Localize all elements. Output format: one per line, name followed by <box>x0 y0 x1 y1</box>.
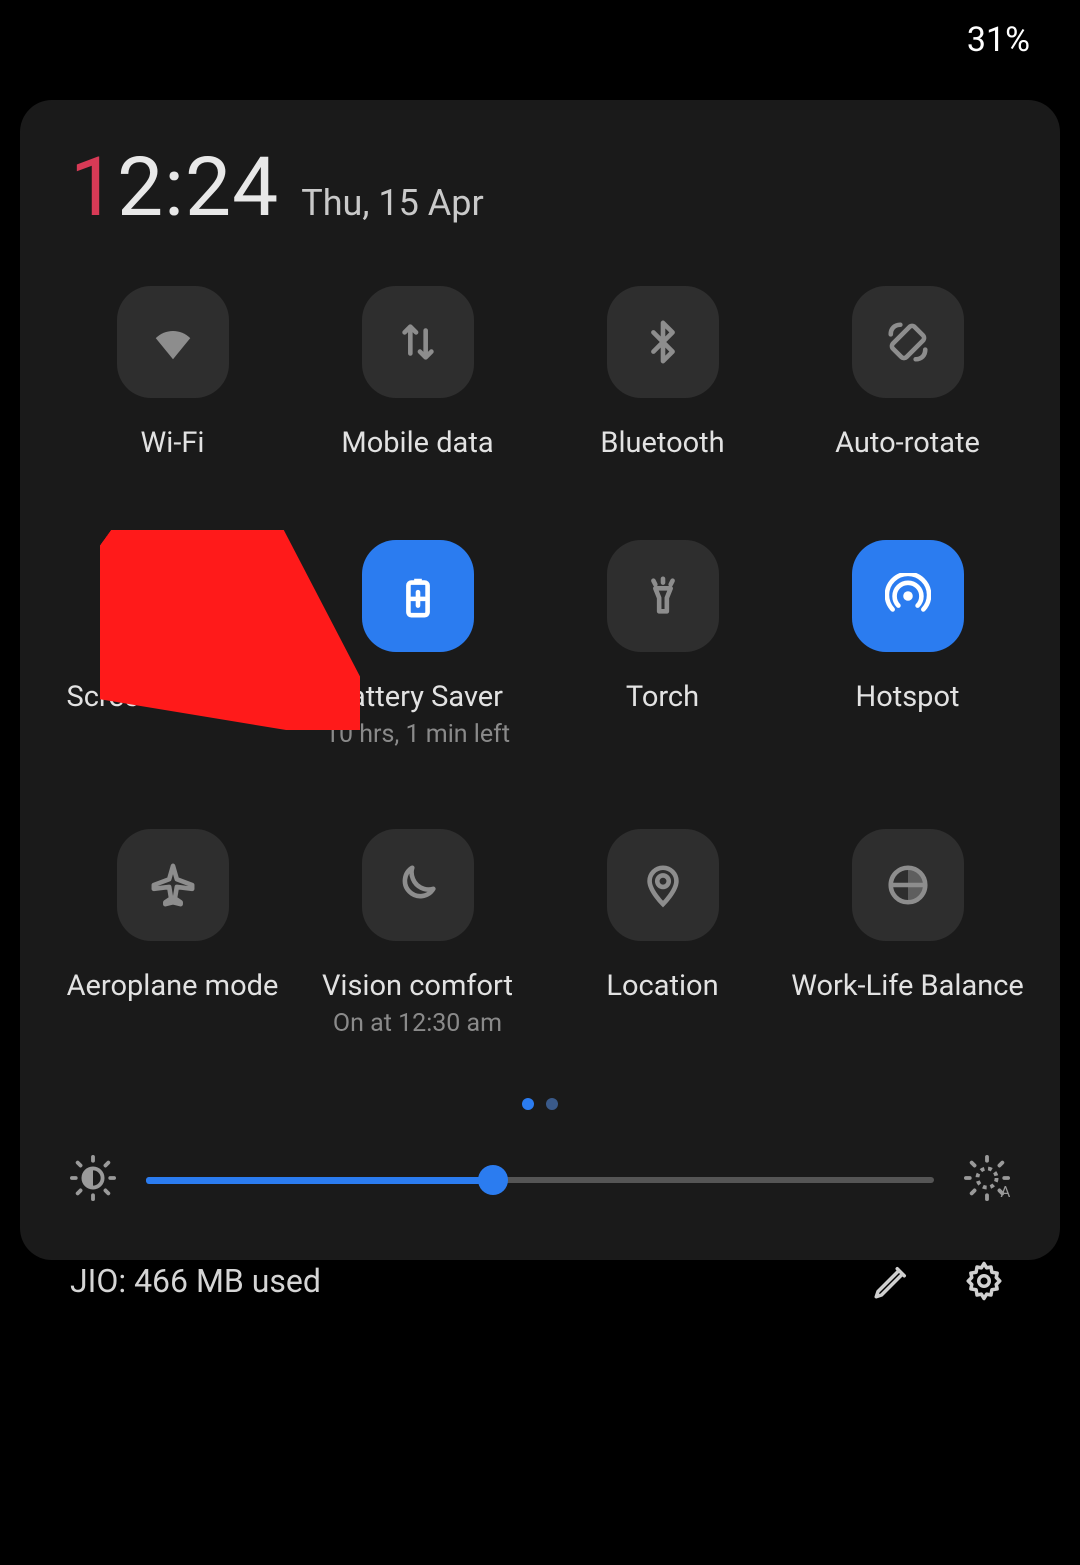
brightness-slider[interactable] <box>146 1165 934 1195</box>
tile-torch: Torch <box>558 540 768 749</box>
screen-recorder-toggle[interactable] <box>117 540 229 652</box>
status-bar: 31% <box>0 0 1080 80</box>
tile-screen-recorder: Screen Recorder <box>68 540 278 749</box>
tile-label: Torch <box>626 680 699 714</box>
tile-label: Auto-rotate <box>835 426 980 460</box>
hotspot-icon <box>885 573 931 619</box>
tile-location: Location <box>558 829 768 1038</box>
tile-label: Work-Life Balance <box>791 969 1024 1003</box>
tile-label: Mobile data <box>341 426 493 460</box>
tile-work-life: Work-Life Balance <box>803 829 1013 1038</box>
tile-label: Bluetooth <box>600 426 724 460</box>
airplane-icon <box>150 862 196 908</box>
tile-vision-comfort: Vision comfort On at 12:30 am <box>313 829 523 1038</box>
clock-hour-accent: 1 <box>70 140 117 236</box>
tile-aeroplane: Aeroplane mode <box>68 829 278 1038</box>
footer-row: JIO: 466 MB used <box>70 1260 1005 1302</box>
mobile-data-toggle[interactable] <box>362 286 474 398</box>
bluetooth-toggle[interactable] <box>607 286 719 398</box>
auto-rotate-toggle[interactable] <box>852 286 964 398</box>
battery-saver-toggle[interactable] <box>362 540 474 652</box>
wifi-toggle[interactable] <box>117 286 229 398</box>
aeroplane-toggle[interactable] <box>117 829 229 941</box>
svg-text:A: A <box>1000 1183 1010 1201</box>
clock-rest: 2:24 <box>117 140 279 236</box>
tile-label: Vision comfort <box>322 969 513 1003</box>
hotspot-toggle[interactable] <box>852 540 964 652</box>
work-life-toggle[interactable] <box>852 829 964 941</box>
tile-label: Wi-Fi <box>141 426 205 460</box>
battery-percent: 31% <box>967 20 1030 60</box>
bluetooth-icon <box>640 319 686 365</box>
wifi-icon <box>150 319 196 365</box>
page-dot-1[interactable] <box>522 1098 534 1110</box>
vision-comfort-toggle[interactable] <box>362 829 474 941</box>
tile-sublabel: 10 hrs, 1 min left <box>325 720 510 749</box>
mobile-data-icon <box>395 319 441 365</box>
tile-battery-saver: Battery Saver 10 hrs, 1 min left <box>313 540 523 749</box>
tile-mobile-data: Mobile data <box>313 286 523 460</box>
location-pin-icon <box>640 862 686 908</box>
tile-bluetooth: Bluetooth <box>558 286 768 460</box>
page-indicator <box>50 1098 1030 1110</box>
location-toggle[interactable] <box>607 829 719 941</box>
brightness-row: A <box>70 1155 1010 1205</box>
clock-row: 12:24 Thu, 15 Apr <box>70 140 1030 236</box>
auto-rotate-icon <box>885 319 931 365</box>
tiles-grid: Wi-Fi Mobile data Bluetooth Auto-rotate <box>50 286 1030 1038</box>
battery-saver-icon <box>395 573 441 619</box>
data-usage-text: JIO: 466 MB used <box>70 1262 321 1300</box>
edit-icon[interactable] <box>871 1260 913 1302</box>
tile-auto-rotate: Auto-rotate <box>803 286 1013 460</box>
torch-toggle[interactable] <box>607 540 719 652</box>
tile-label: Aeroplane mode <box>67 969 279 1003</box>
date: Thu, 15 Apr <box>301 182 483 224</box>
quick-settings-panel: 12:24 Thu, 15 Apr Wi-Fi Mobile data Blue… <box>20 100 1060 1260</box>
tile-sublabel: On at 12:30 am <box>333 1009 502 1038</box>
tile-label: Location <box>606 969 718 1003</box>
torch-icon <box>640 573 686 619</box>
auto-brightness-icon[interactable]: A <box>964 1155 1010 1205</box>
settings-gear-icon[interactable] <box>963 1260 1005 1302</box>
page-dot-2[interactable] <box>546 1098 558 1110</box>
moon-icon <box>395 862 441 908</box>
record-icon <box>150 573 196 619</box>
tile-hotspot: Hotspot <box>803 540 1013 749</box>
clock: 12:24 <box>70 140 279 236</box>
brightness-icon[interactable] <box>70 1155 116 1205</box>
tile-wifi: Wi-Fi <box>68 286 278 460</box>
globe-icon <box>885 862 931 908</box>
tile-label: Hotspot <box>856 680 960 714</box>
tile-label: Screen Recorder <box>67 680 279 714</box>
tile-label: Battery Saver <box>332 680 503 714</box>
